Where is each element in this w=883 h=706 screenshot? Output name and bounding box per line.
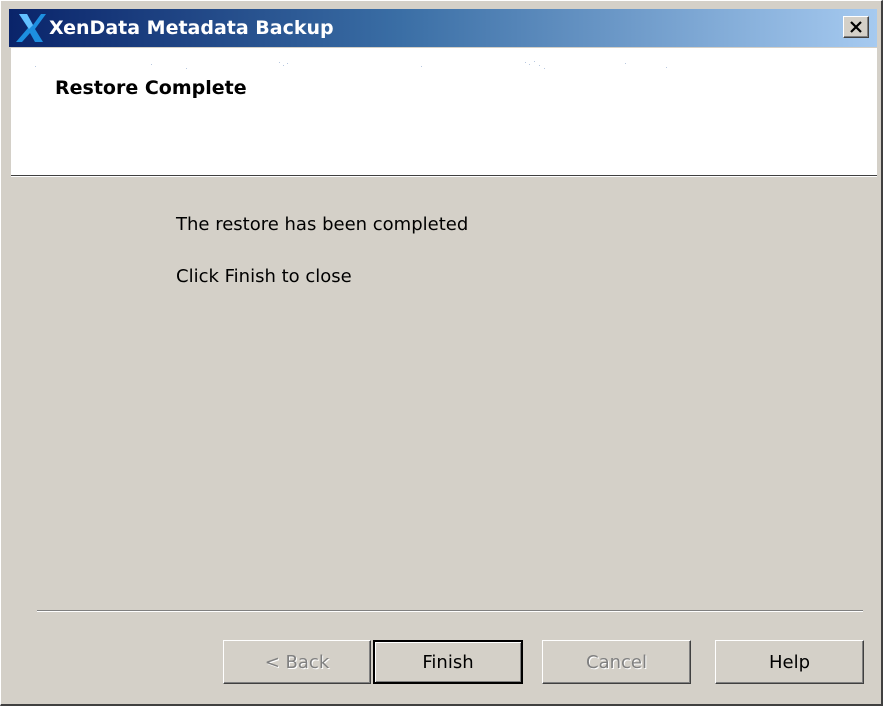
close-x-icon [850, 21, 862, 33]
footer-divider-highlight [37, 611, 863, 612]
page-title: Restore Complete [55, 77, 247, 99]
window-title: XenData Metadata Backup [49, 17, 334, 39]
back-button[interactable]: < Back [223, 640, 371, 684]
wizard-dialog: XenData Metadata Backup Restore Complete… [0, 0, 883, 706]
close-button[interactable] [843, 16, 869, 38]
help-button[interactable]: Help [715, 640, 864, 684]
xendata-x-logo-icon [16, 14, 46, 42]
title-bar[interactable]: XenData Metadata Backup [9, 9, 877, 47]
wizard-header-panel: Restore Complete [11, 48, 877, 175]
header-divider-highlight [11, 176, 877, 177]
completion-message: The restore has been completed [176, 214, 469, 235]
instruction-text: Click Finish to close [176, 266, 352, 287]
finish-button[interactable]: Finish [373, 640, 523, 684]
cancel-button[interactable]: Cancel [542, 640, 691, 684]
